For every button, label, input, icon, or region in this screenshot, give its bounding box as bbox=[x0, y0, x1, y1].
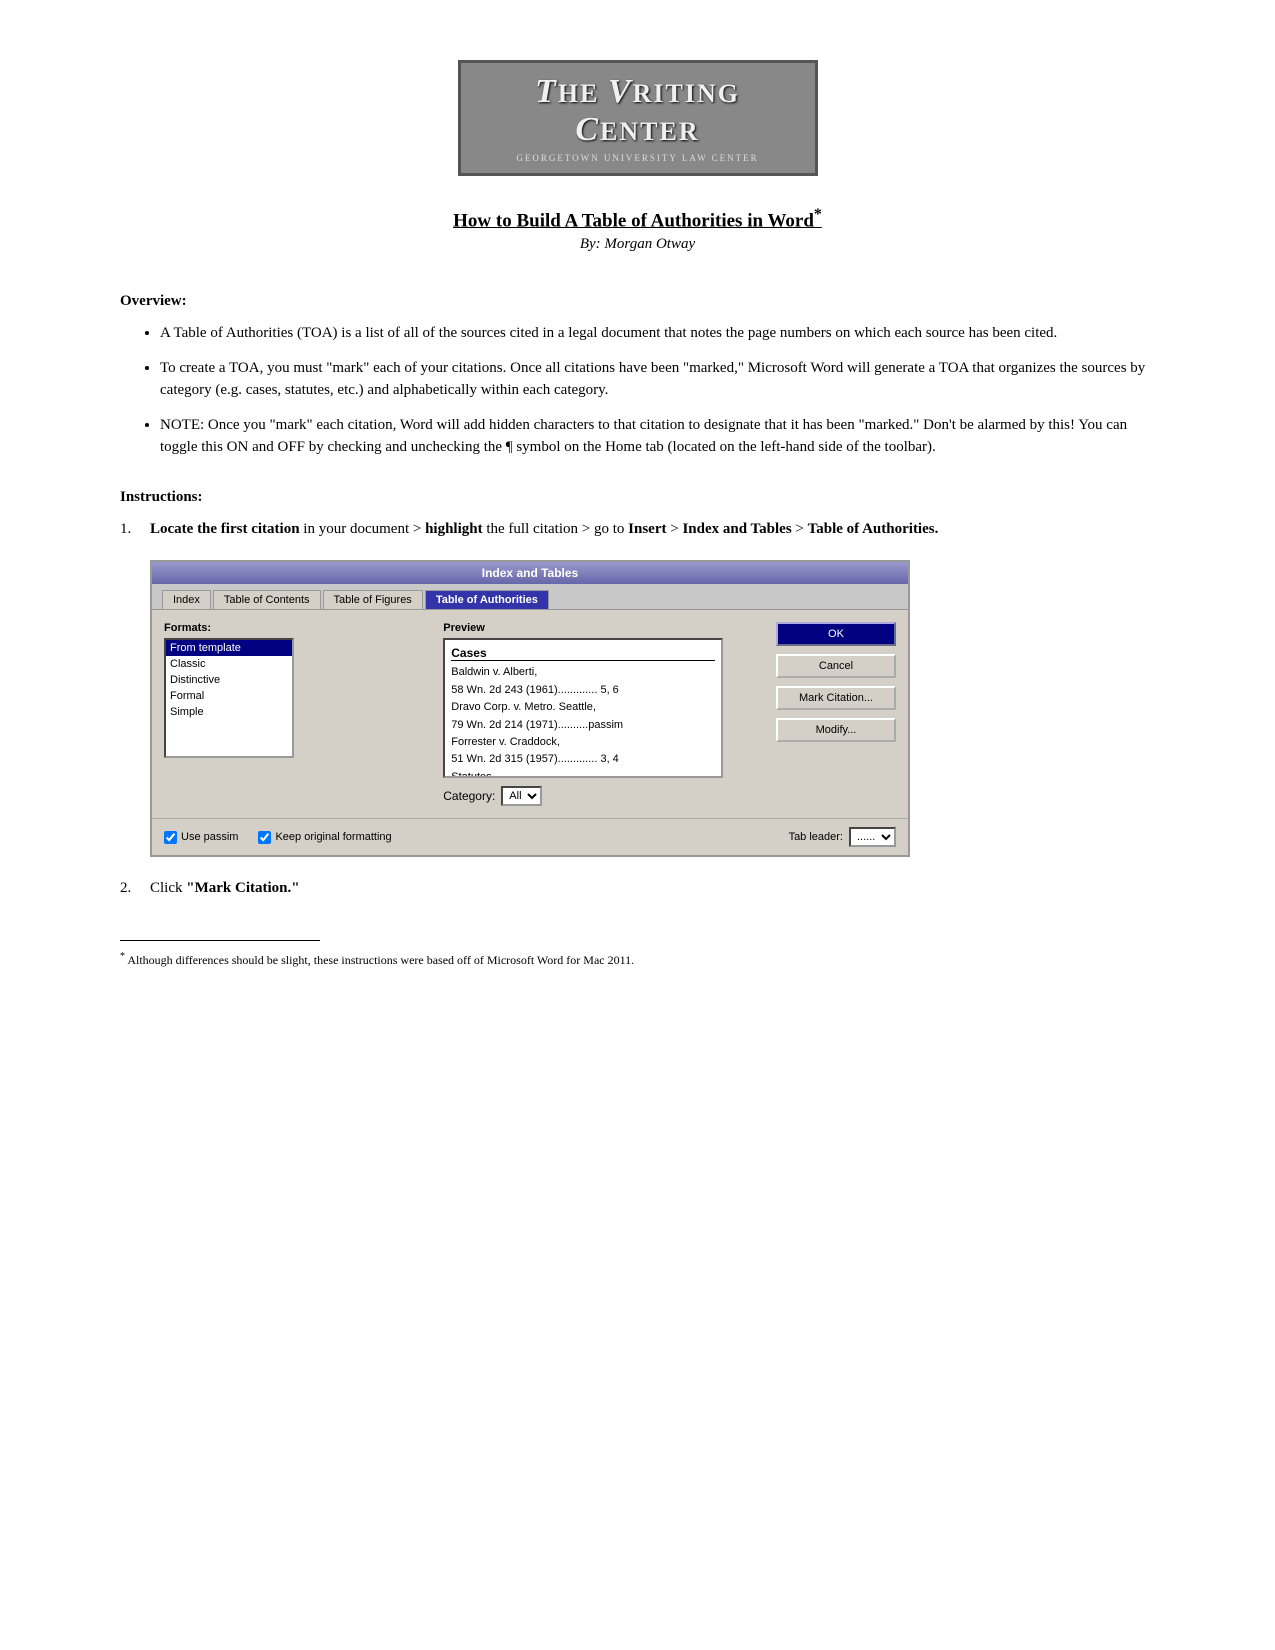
footnote: * Although differences should be slight,… bbox=[120, 949, 1155, 969]
preview-entry-1: Baldwin v. Alberti, bbox=[451, 665, 715, 680]
tab-leader-label: Tab leader: bbox=[789, 831, 843, 843]
footnote-text: Although differences should be slight, t… bbox=[127, 953, 634, 967]
keep-formatting-label[interactable]: Keep original formatting bbox=[258, 831, 391, 844]
step-1-bold-5: Table of Authorities. bbox=[808, 521, 939, 537]
logo-drop-t: T bbox=[535, 73, 558, 110]
dialog-titlebar: Index and Tables bbox=[152, 562, 908, 584]
dialog-box: Index and Tables Index Table of Contents… bbox=[150, 560, 910, 857]
logo-he: HE bbox=[558, 79, 608, 108]
dialog-footer: Use passim Keep original formatting Tab … bbox=[152, 818, 908, 855]
steps-list: 1. Locate the first citation in your doc… bbox=[120, 518, 1155, 541]
format-simple[interactable]: Simple bbox=[166, 704, 292, 720]
dialog-wrapper: Index and Tables Index Table of Contents… bbox=[150, 560, 1155, 857]
title-asterisk: * bbox=[814, 206, 822, 223]
use-passim-label[interactable]: Use passim bbox=[164, 831, 238, 844]
tab-leader-select[interactable]: ...... bbox=[849, 827, 896, 847]
dialog-center-panel: Preview Cases Baldwin v. Alberti, 58 Wn.… bbox=[443, 622, 764, 806]
keep-formatting-text: Keep original formatting bbox=[275, 831, 391, 843]
instructions-section: Instructions: 1. Locate the first citati… bbox=[120, 489, 1155, 900]
logo-subtitle: GEORGETOWN UNIVERSITY LAW CENTER bbox=[481, 153, 795, 163]
title-text: How to Build A Table of Authorities in W… bbox=[453, 210, 814, 231]
logo-drop-c: C bbox=[575, 111, 600, 148]
step-2-num: 2. bbox=[120, 877, 140, 900]
use-passim-text: Use passim bbox=[181, 831, 238, 843]
list-item: A Table of Authorities (TOA) is a list o… bbox=[160, 322, 1155, 345]
mark-citation-button[interactable]: Mark Citation... bbox=[776, 686, 896, 710]
steps-list-2: 2. Click "Mark Citation." bbox=[120, 877, 1155, 900]
tab-authorities[interactable]: Table of Authorities bbox=[425, 590, 549, 609]
step-1-text-5: > bbox=[795, 521, 807, 537]
step-2: 2. Click "Mark Citation." bbox=[120, 877, 1155, 900]
cancel-button[interactable]: Cancel bbox=[776, 654, 896, 678]
logo-section: THE VRITING CENTER GEORGETOWN UNIVERSITY… bbox=[120, 60, 1155, 176]
overview-section: Overview: A Table of Authorities (TOA) i… bbox=[120, 293, 1155, 459]
step-1: 1. Locate the first citation in your doc… bbox=[120, 518, 1155, 541]
statutes-label: Statutes bbox=[451, 771, 491, 779]
use-passim-checkbox[interactable] bbox=[164, 831, 177, 844]
dialog-tabs[interactable]: Index Table of Contents Table of Figures… bbox=[152, 584, 908, 609]
preview-entry-7: Statutes bbox=[451, 770, 715, 779]
category-label: Category: bbox=[443, 789, 495, 803]
preview-category: Cases bbox=[451, 646, 715, 661]
preview-entry-4: 79 Wn. 2d 214 (1971)..........passim bbox=[451, 718, 715, 733]
format-classic[interactable]: Classic bbox=[166, 656, 292, 672]
list-item: NOTE: Once you "mark" each citation, Wor… bbox=[160, 414, 1155, 459]
overview-list: A Table of Authorities (TOA) is a list o… bbox=[160, 322, 1155, 459]
logo-title: THE VRITING CENTER bbox=[481, 73, 795, 149]
preview-box: Cases Baldwin v. Alberti, 58 Wn. 2d 243 … bbox=[443, 638, 723, 778]
dialog-body: Formats: From template Classic Distincti… bbox=[152, 609, 908, 818]
step-1-bold-2: highlight bbox=[425, 521, 483, 537]
footnote-symbol: * bbox=[120, 951, 125, 962]
format-from-template[interactable]: From template bbox=[166, 640, 292, 656]
format-formal[interactable]: Formal bbox=[166, 688, 292, 704]
preview-entry-2: 58 Wn. 2d 243 (1961)............. 5, 6 bbox=[451, 683, 715, 698]
logo-enter: ENTER bbox=[600, 117, 700, 146]
keep-formatting-checkbox[interactable] bbox=[258, 831, 271, 844]
step-1-text-2: in your document > bbox=[303, 521, 425, 537]
footnote-divider bbox=[120, 940, 320, 941]
format-distinctive[interactable]: Distinctive bbox=[166, 672, 292, 688]
tab-leader-row: Tab leader: ...... bbox=[789, 827, 896, 847]
logo-box: THE VRITING CENTER GEORGETOWN UNIVERSITY… bbox=[458, 60, 818, 176]
step-2-content: Click "Mark Citation." bbox=[150, 877, 1155, 900]
instructions-heading: Instructions: bbox=[120, 489, 1155, 506]
formats-label: Formats: bbox=[164, 622, 431, 634]
step-1-num: 1. bbox=[120, 518, 140, 541]
preview-entry-5: Forrester v. Craddock, bbox=[451, 735, 715, 750]
page-title: How to Build A Table of Authorities in W… bbox=[120, 206, 1155, 232]
logo-drop-v: V bbox=[608, 73, 633, 110]
step-1-content: Locate the first citation in your docume… bbox=[150, 518, 1155, 541]
modify-button[interactable]: Modify... bbox=[776, 718, 896, 742]
list-item: To create a TOA, you must "mark" each of… bbox=[160, 357, 1155, 402]
step-1-text-4: > bbox=[670, 521, 682, 537]
tab-toc[interactable]: Table of Contents bbox=[213, 590, 321, 609]
category-select[interactable]: All bbox=[501, 786, 542, 806]
preview-entry-3: Dravo Corp. v. Metro. Seattle, bbox=[451, 700, 715, 715]
dialog-left-panel: Formats: From template Classic Distincti… bbox=[164, 622, 431, 806]
category-row: Category: All bbox=[443, 786, 764, 806]
page-author: By: Morgan Otway bbox=[120, 236, 1155, 253]
step-2-bold: "Mark Citation." bbox=[186, 880, 299, 896]
logo-riting: RITING bbox=[633, 79, 740, 108]
step-2-text: Click bbox=[150, 880, 186, 896]
preview-label: Preview bbox=[443, 622, 764, 634]
tab-index[interactable]: Index bbox=[162, 590, 211, 609]
formats-listbox[interactable]: From template Classic Distinctive Formal… bbox=[164, 638, 294, 758]
step-1-text-3: the full citation > go to bbox=[486, 521, 628, 537]
step-1-bold-1: Locate the first citation bbox=[150, 521, 300, 537]
step-1-bold-4: Index and Tables bbox=[682, 521, 791, 537]
preview-entry-6: 51 Wn. 2d 315 (1957)............. 3, 4 bbox=[451, 752, 715, 767]
page-title-section: How to Build A Table of Authorities in W… bbox=[120, 206, 1155, 253]
ok-button[interactable]: OK bbox=[776, 622, 896, 646]
overview-heading: Overview: bbox=[120, 293, 1155, 310]
step-1-bold-3: Insert bbox=[628, 521, 666, 537]
dialog-right-panel: OK Cancel Mark Citation... Modify... bbox=[776, 622, 896, 806]
tab-figures[interactable]: Table of Figures bbox=[323, 590, 423, 609]
